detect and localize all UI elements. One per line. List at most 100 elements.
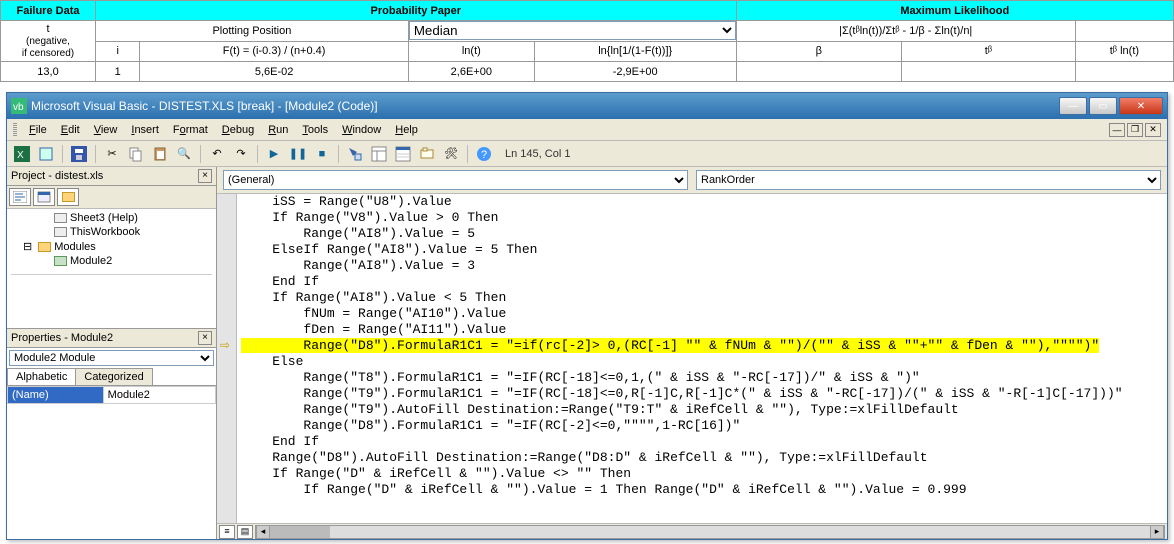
cell-v1[interactable]: 13,0 (1, 62, 96, 82)
project-pane-close[interactable]: × (198, 169, 212, 183)
vb-icon: vb (11, 98, 27, 114)
menu-tools[interactable]: Tools (296, 122, 334, 138)
design-mode-button[interactable] (344, 143, 366, 165)
cell-v3[interactable]: 5,6E-02 (140, 62, 408, 82)
cut-button[interactable]: ✂ (101, 143, 123, 165)
procedure-combo[interactable]: RankOrder (696, 170, 1161, 190)
properties-window-button[interactable] (392, 143, 414, 165)
cell-lnln: ln{ln[1/(1-F(t))]} (534, 41, 736, 62)
project-explorer-button[interactable] (368, 143, 390, 165)
scroll-thumb[interactable] (270, 526, 330, 538)
toolbar: X ✂ 🔍 ↶ ↷ ▶ ❚❚ ■ 🛠 ? Ln 145, Col 1 (7, 141, 1167, 167)
menu-help[interactable]: Help (389, 122, 424, 138)
titlebar[interactable]: vb Microsoft Visual Basic - DISTEST.XLS … (7, 93, 1167, 119)
properties-pane-title: Properties - Module2 × (7, 329, 216, 348)
mdi-restore[interactable]: ❐ (1127, 123, 1143, 137)
menu-view[interactable]: View (88, 122, 124, 138)
undo-icon: ↶ (212, 147, 221, 160)
menu-run[interactable]: Run (262, 122, 294, 138)
minimize-button[interactable]: — (1059, 97, 1087, 115)
cell-t-label: t (negative, if censored) (1, 21, 96, 62)
workbook-icon (54, 227, 67, 237)
menu-format[interactable]: Format (167, 122, 214, 138)
spreadsheet-grid: Failure Data Probability Paper Maximum L… (0, 0, 1174, 82)
break-icon: ❚❚ (289, 147, 307, 160)
code-margin: ⇨ (217, 194, 237, 523)
toggle-folders-button[interactable] (57, 188, 79, 206)
cell-ml-formula: |Σ(tᵝln(t))/Σtᵝ - 1/β - Σln(t)/n| (736, 21, 1075, 42)
insert-button[interactable] (35, 143, 57, 165)
worksheet-icon (54, 213, 67, 223)
redo-button[interactable]: ↷ (230, 143, 252, 165)
find-button[interactable]: 🔍 (173, 143, 195, 165)
cell-tblnt: tᵝ ln(t) (1075, 41, 1173, 62)
cell-v2[interactable]: 1 (96, 62, 140, 82)
mdi-minimize[interactable]: — (1109, 123, 1125, 137)
cell-i: i (96, 41, 140, 62)
menu-file[interactable]: File (23, 122, 53, 138)
prop-name-value[interactable]: Module2 (103, 387, 215, 404)
copy-button[interactable] (125, 143, 147, 165)
object-combo[interactable]: (General) (223, 170, 688, 190)
cell-median-dropdown[interactable]: Median (408, 21, 736, 42)
close-button[interactable]: ✕ (1119, 97, 1163, 115)
hdr-max: Maximum Likelihood (736, 1, 1173, 21)
props-tab-alphabetic[interactable]: Alphabetic (7, 368, 76, 385)
undo-button[interactable]: ↶ (206, 143, 228, 165)
title-text: Microsoft Visual Basic - DISTEST.XLS [br… (31, 99, 1059, 113)
menu-insert[interactable]: Insert (125, 122, 165, 138)
find-icon: 🔍 (177, 147, 191, 160)
mdi-close[interactable]: ✕ (1145, 123, 1161, 137)
full-module-view-button[interactable]: ▤ (237, 525, 253, 539)
vbe-window: vb Microsoft Visual Basic - DISTEST.XLS … (6, 92, 1168, 540)
cell-v5[interactable]: -2,9E+00 (534, 62, 736, 82)
view-excel-button[interactable]: X (11, 143, 33, 165)
props-tab-categorized[interactable]: Categorized (75, 368, 152, 385)
break-button[interactable]: ❚❚ (287, 143, 309, 165)
scroll-left-button[interactable]: ◂ (256, 526, 270, 538)
toolbox-button[interactable]: 🛠 (440, 143, 462, 165)
tree-module2[interactable]: Module2 (11, 254, 212, 268)
properties-pane-close[interactable]: × (198, 331, 212, 345)
redo-icon: ↷ (236, 147, 245, 160)
procedure-view-button[interactable]: ≡ (219, 525, 235, 539)
svg-text:?: ? (481, 149, 487, 161)
scroll-right-button[interactable]: ▸ (1150, 526, 1164, 538)
prop-name-key[interactable]: (Name) (8, 387, 104, 404)
save-button[interactable] (68, 143, 90, 165)
svg-text:X: X (17, 150, 24, 161)
code-editor[interactable]: iSS = Range("U8").Value If Range("V8").V… (237, 194, 1167, 523)
reset-icon: ■ (319, 148, 326, 160)
folder-icon (62, 192, 75, 202)
tree-sheet3[interactable]: Sheet3 (Help) (11, 211, 212, 225)
svg-text:vb: vb (13, 102, 24, 113)
menu-debug[interactable]: Debug (216, 122, 260, 138)
cursor-position: Ln 145, Col 1 (505, 148, 570, 160)
properties-grid[interactable]: (Name) Module2 (7, 386, 216, 539)
menu-window[interactable]: Window (336, 122, 387, 138)
maximize-button[interactable]: ▭ (1089, 97, 1117, 115)
menu-edit[interactable]: Edit (55, 122, 86, 138)
run-icon: ▶ (270, 147, 278, 160)
properties-object-combo[interactable]: Module2 Module (9, 350, 214, 366)
reset-button[interactable]: ■ (311, 143, 333, 165)
cell-v4[interactable]: 2,6E+00 (408, 62, 534, 82)
project-tree[interactable]: Sheet3 (Help) ThisWorkbook ⊟Modules Modu… (7, 209, 216, 329)
menubar: File Edit View Insert Format Debug Run T… (7, 119, 1167, 141)
folder-icon (38, 242, 51, 252)
tree-modules-folder[interactable]: ⊟Modules (11, 239, 212, 254)
cut-icon: ✂ (107, 147, 116, 160)
module-icon (54, 256, 67, 266)
view-object-button[interactable] (33, 188, 55, 206)
toolbox-icon: 🛠 (444, 147, 458, 160)
project-pane-title: Project - distest.xls × (7, 167, 216, 186)
execution-arrow-icon: ⇨ (220, 338, 230, 352)
help-button[interactable]: ? (473, 143, 495, 165)
run-button[interactable]: ▶ (263, 143, 285, 165)
hdr-prob: Probability Paper (96, 1, 737, 21)
view-code-button[interactable] (9, 188, 31, 206)
object-browser-button[interactable] (416, 143, 438, 165)
horizontal-scrollbar[interactable]: ◂ ▸ (255, 525, 1165, 539)
paste-button[interactable] (149, 143, 171, 165)
tree-thisworkbook[interactable]: ThisWorkbook (11, 225, 212, 239)
